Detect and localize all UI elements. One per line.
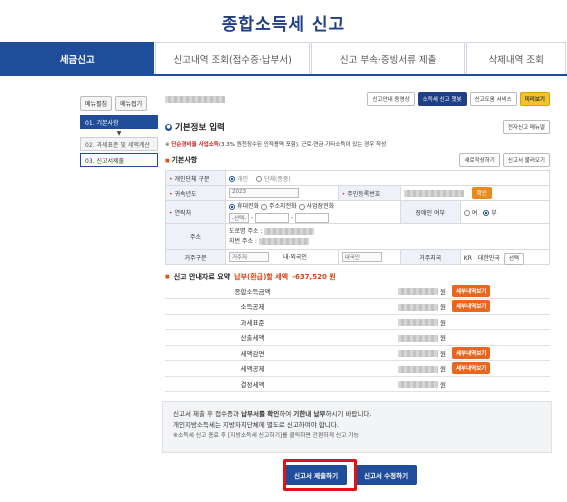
disability-no-radio[interactable]	[483, 210, 490, 216]
step-basic-info[interactable]: 01. 기본사항	[80, 115, 158, 129]
contact-last-input[interactable]	[295, 212, 330, 223]
preview-button[interactable]: 미리보기	[519, 92, 550, 106]
notice-box: 신고서 제출 후 접수증과 납부서를 확인하여 기한내 납부하시기 바랍니다. …	[162, 401, 552, 453]
deduction-detail-button[interactable]: 세부내역보기	[452, 300, 491, 313]
nationality-label: 내·외국인	[282, 253, 307, 261]
residence-label: 거주구분	[165, 249, 226, 265]
address-label: 주소	[165, 223, 226, 250]
step-tax-calc[interactable]: 02. 과세표준 및 세액계산	[80, 137, 158, 151]
residence-select[interactable]: 거주자	[229, 252, 269, 263]
tab-filing-history[interactable]: 신고내역 조회(접수증·납부서)	[155, 42, 310, 74]
table-row: 종합소득금액 원 세부내역보기	[165, 283, 550, 299]
basic-info-table: 개인단체 구분 개인 단체(종중) 귀속년도 2023 주민등록번호 확인 연락…	[165, 170, 551, 265]
tax-due-value: -637,520 원	[292, 273, 336, 281]
year-label: 귀속년도	[165, 185, 226, 201]
tax-credit-detail-button[interactable]: 세부내역보기	[452, 362, 491, 375]
toolbar: 신고안내 동영상 소득세 신고 챗봇 신고도움 서비스 미리보기	[165, 92, 550, 106]
basic-section-heading: 기본사항	[165, 155, 197, 165]
help-service-button[interactable]: 신고도움 서비스	[469, 92, 517, 106]
disability-yes-radio[interactable]	[463, 210, 470, 216]
type-individual-radio[interactable]	[229, 176, 235, 182]
tax-reduction-detail-button[interactable]: 세부내역보기	[452, 346, 491, 359]
load-form-button[interactable]: 신고서 불러오기	[502, 153, 550, 167]
manual-button[interactable]: 전자신고 매뉴얼	[502, 120, 550, 134]
road-address-label: 도로명 주소 :	[229, 227, 263, 235]
summary-table: 종합소득금액 원 세부내역보기 소득공제 원 세부내역보기 과세표준 원 산출세…	[165, 283, 550, 392]
rrn-label: 주민등록번호	[337, 185, 401, 201]
lot-address-redacted	[258, 237, 309, 245]
menu-expand-button[interactable]: 메뉴펼침	[80, 96, 113, 111]
tab-tax-filing[interactable]: 세금신고	[0, 42, 155, 74]
contact-label: 연락처	[165, 200, 226, 224]
user-name-redacted	[165, 95, 225, 103]
country-label: 거주지국	[399, 249, 461, 265]
summary-heading: 신고 안내자료 요약 납부(환급)할 세액 -637,520 원	[165, 271, 550, 283]
lot-address-label: 지번 주소 :	[229, 237, 257, 245]
contact-area-select[interactable]: -선택-	[229, 212, 250, 223]
menu-collapse-button[interactable]: 메뉴접기	[115, 96, 148, 111]
step-submit[interactable]: 03. 신고서제출	[80, 153, 158, 167]
taxpayer-type-label: 개인단체 구분	[165, 170, 226, 186]
type-group-radio[interactable]	[255, 176, 262, 182]
contact-home-radio[interactable]	[261, 203, 268, 210]
rrn-confirm-button[interactable]: 확인	[471, 187, 492, 199]
top-tabs: 세금신고 신고내역 조회(접수증·납부서) 신고 부속·증빙서류 제출 삭제내역…	[0, 42, 567, 76]
edit-return-button[interactable]: 신고서 수정하기	[355, 465, 417, 485]
page-title: 종합소득세 신고	[221, 15, 346, 35]
contact-mobile-radio[interactable]	[229, 203, 235, 210]
highlight-box	[283, 459, 357, 491]
guide-video-button[interactable]: 신고안내 동영상	[367, 92, 415, 106]
tab-deleted-history[interactable]: 삭제내역 조회	[466, 42, 566, 74]
chatbot-button[interactable]: 소득세 신고 챗봇	[417, 92, 467, 106]
country-name: 대한민국	[477, 254, 500, 262]
new-form-button[interactable]: 새로작성하기	[459, 153, 500, 167]
table-row: 산출세액 원	[165, 329, 550, 346]
table-row: 결정세액 원	[165, 376, 550, 392]
table-row: 소득공제 원 세부내역보기	[165, 298, 550, 315]
section-bullet-icon: ●	[165, 123, 172, 131]
nationality-select[interactable]: 내국인	[341, 252, 382, 262]
contact-business-radio[interactable]	[298, 203, 305, 210]
country-code: KR	[463, 254, 472, 262]
year-select[interactable]: 2023	[229, 188, 299, 198]
basic-info-heading: ● 기본정보 입력	[165, 121, 225, 133]
income-detail-button[interactable]: 세부내역보기	[452, 284, 491, 297]
road-address-redacted	[264, 227, 315, 235]
country-select-button[interactable]: 선택	[503, 252, 524, 265]
table-row: 세액공제 원 세부내역보기	[165, 360, 550, 377]
tax-due-label: 납부(환급)할 세액	[234, 273, 289, 281]
step-sidebar: 메뉴펼침 메뉴접기 01. 기본사항 ▼ 02. 과세표준 및 세액계산 03.…	[80, 96, 158, 169]
main-content: 신고안내 동영상 소득세 신고 챗봇 신고도움 서비스 미리보기 ● 기본정보 …	[165, 92, 551, 392]
tab-attachments[interactable]: 신고 부속·증빙서류 제출	[310, 42, 466, 74]
contact-mid-input[interactable]	[255, 212, 290, 223]
rrn-redacted	[403, 189, 464, 197]
basic-info-title: 기본정보 입력	[175, 123, 225, 133]
table-row: 세액감면 원 세부내역보기	[165, 345, 550, 361]
table-row: 과세표준 원	[165, 314, 550, 330]
disability-label: 장애인 여부	[399, 200, 461, 224]
basic-info-note: ※ 단순경비율 사업소득(3.3% 원천징수된 인적용역 포함), 근로·연금·…	[165, 142, 387, 148]
